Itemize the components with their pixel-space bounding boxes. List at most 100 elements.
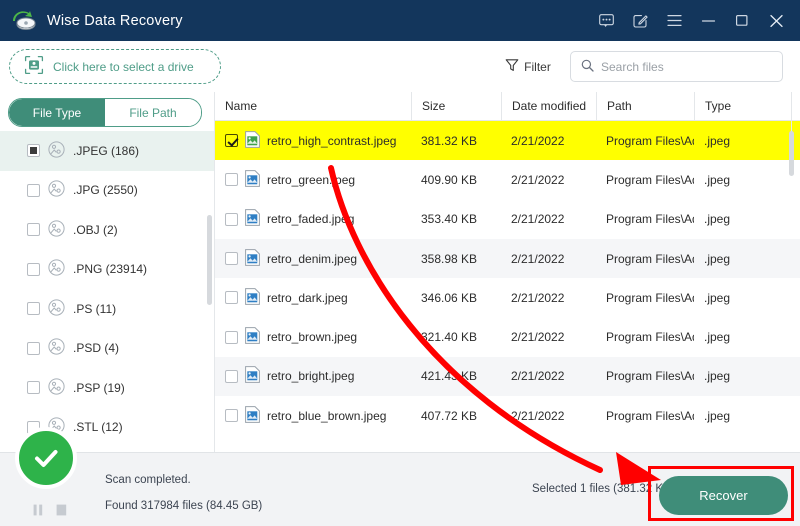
cell-date-modified: 2/21/2022 — [511, 330, 565, 345]
sidebar-item-psd4[interactable]: .PSD (4) — [0, 329, 214, 369]
column-header-date-modified[interactable]: Date modified — [501, 92, 596, 121]
cell-type: .jpeg — [704, 330, 731, 345]
file-type-checkbox[interactable] — [27, 341, 40, 355]
file-type-checkbox[interactable] — [27, 381, 40, 395]
sidebar-item-label: .JPG (2550) — [73, 183, 138, 198]
cell-path: Program Files\Ad... — [606, 369, 694, 384]
filter-button[interactable]: Filter — [497, 51, 559, 82]
sidebar-item-label: .STL (12) — [73, 420, 123, 435]
search-input[interactable]: Search files — [570, 51, 783, 82]
cell-date-modified: 2/21/2022 — [511, 172, 565, 187]
sidebar-item-label: .PSD (4) — [73, 341, 120, 356]
stop-icon[interactable] — [56, 504, 67, 519]
cell-date-modified: 2/21/2022 — [511, 212, 565, 227]
file-type-checkbox[interactable] — [27, 223, 40, 237]
file-name: retro_brown.jpeg — [267, 330, 358, 345]
table-row[interactable]: retro_blue_brown.jpeg 407.72 KB 2/21/2022 P… — [215, 396, 800, 435]
minimize-icon[interactable] — [698, 11, 718, 31]
file-type-image-icon — [48, 378, 65, 398]
cell-size: 358.98 KB — [421, 251, 478, 266]
file-type-checkbox[interactable] — [27, 144, 40, 158]
row-checkbox[interactable] — [225, 291, 238, 305]
cell-path: Program Files\Ad... — [606, 290, 694, 305]
cell-path: Program Files\Ad... — [606, 172, 694, 187]
table-row[interactable]: retro_high_contrast.jpeg 381.32 KB 2/21/20… — [215, 121, 800, 161]
recover-button[interactable]: Recover — [659, 476, 788, 515]
select-drive-button[interactable]: Click here to select a drive — [9, 49, 221, 84]
edit-icon[interactable] — [630, 11, 650, 31]
file-type-image-icon — [48, 220, 65, 240]
cell-path: Program Files\Ad... — [606, 408, 694, 423]
menu-icon[interactable] — [664, 11, 684, 31]
cell-date-modified: 2/21/2022 — [511, 290, 565, 305]
cell-path: Program Files\Ad... — [606, 251, 694, 266]
cell-path: Program Files\Ad... — [606, 330, 694, 345]
feedback-icon[interactable] — [596, 11, 616, 31]
file-image-icon — [245, 248, 260, 269]
cell-date-modified: 2/21/2022 — [511, 369, 565, 384]
cell-name: retro_blue_brown.jpeg — [215, 405, 411, 426]
table-row[interactable]: retro_brown.jpeg 321.40 KB 2/21/2022 Progra… — [215, 317, 800, 356]
column-header-name[interactable]: Name — [215, 92, 411, 121]
table-row[interactable]: retro_denim.jpeg 358.98 KB 2/21/2022 Progra… — [215, 238, 800, 279]
table-scrollbar-thumb[interactable] — [789, 131, 794, 176]
column-header-path[interactable]: Path — [596, 92, 694, 121]
cell-name: retro_green.jpeg — [215, 170, 411, 190]
row-checkbox[interactable] — [225, 212, 238, 226]
table-row[interactable]: retro_bright.jpeg 421.43 KB 2/21/2022 Progr… — [215, 356, 800, 397]
table-scrollbar-track — [791, 92, 792, 132]
file-name: retro_bright.jpeg — [267, 369, 355, 384]
sidebar-item-psp19[interactable]: .PSP (19) — [0, 368, 214, 408]
recover-annotation-box: Recover — [648, 466, 794, 521]
sidebar-item-jpg2550[interactable]: .JPG (2550) — [0, 171, 214, 211]
tab-file-path[interactable]: File Path — [105, 99, 201, 126]
cell-size: 346.06 KB — [421, 290, 478, 305]
close-icon[interactable] — [766, 11, 786, 31]
scan-drive-icon — [24, 55, 44, 78]
cell-type: .jpeg — [704, 369, 731, 384]
cell-name: retro_denim.jpeg — [215, 248, 411, 269]
table-body: retro_high_contrast.jpeg 381.32 KB 2/21/20… — [215, 121, 800, 435]
funnel-icon — [505, 58, 519, 75]
table-row[interactable]: retro_green.jpeg 409.90 KB 2/21/2022 Progra… — [215, 160, 800, 199]
column-header-size[interactable]: Size — [411, 92, 501, 121]
row-checkbox[interactable] — [225, 134, 238, 148]
cell-size: 321.40 KB — [421, 330, 478, 345]
maximize-icon[interactable] — [732, 11, 752, 31]
file-type-image-icon — [48, 180, 65, 200]
file-type-checkbox[interactable] — [27, 262, 40, 276]
sidebar-item-ps11[interactable]: .PS (11) — [0, 289, 214, 329]
cell-name: retro_high_contrast.jpeg — [215, 130, 411, 151]
sidebar-scrollbar-thumb[interactable] — [207, 215, 212, 305]
file-name: retro_denim.jpeg — [267, 251, 358, 266]
table-row[interactable]: retro_dark.jpeg 346.06 KB 2/21/2022 Program… — [215, 278, 800, 317]
row-checkbox[interactable] — [225, 330, 238, 344]
row-checkbox[interactable] — [225, 252, 238, 266]
file-type-checkbox[interactable] — [27, 183, 40, 197]
title-bar-left: Wise Data Recovery — [0, 10, 183, 32]
cell-name: retro_bright.jpeg — [215, 366, 411, 386]
sidebar-item-label: .JPEG (186) — [73, 143, 140, 158]
scan-status-line2: Found 317984 files (84.45 GB) — [105, 500, 263, 512]
cell-type: .jpeg — [704, 290, 731, 305]
sidebar-item-label: .PS (11) — [73, 301, 117, 316]
cell-type: .jpeg — [704, 172, 731, 187]
row-checkbox[interactable] — [225, 369, 238, 383]
window-controls — [596, 11, 800, 31]
sidebar-item-jpeg186[interactable]: .JPEG (186) — [0, 131, 214, 171]
row-checkbox[interactable] — [225, 173, 238, 187]
cell-type: .jpeg — [704, 251, 731, 266]
sidebar-item-obj2[interactable]: .OBJ (2) — [0, 210, 214, 250]
sidebar: File Type File Path .JPEG (186) .JPG (255… — [0, 92, 215, 452]
pause-icon[interactable] — [33, 504, 43, 519]
sidebar-item-png23914[interactable]: .PNG (23914) — [0, 250, 214, 290]
file-type-checkbox[interactable] — [27, 302, 40, 316]
row-checkbox[interactable] — [225, 409, 238, 423]
cell-type: .jpeg — [704, 408, 731, 423]
sidebar-item-label: .PNG (23914) — [73, 262, 148, 277]
tab-file-type[interactable]: File Type — [9, 99, 105, 126]
file-name: retro_green.jpeg — [267, 172, 356, 187]
column-header-type[interactable]: Type — [694, 92, 780, 121]
table-row[interactable]: retro_faded.jpeg 353.40 KB 2/21/2022 Progra… — [215, 200, 800, 239]
cell-path: Program Files\Ad... — [606, 212, 694, 227]
